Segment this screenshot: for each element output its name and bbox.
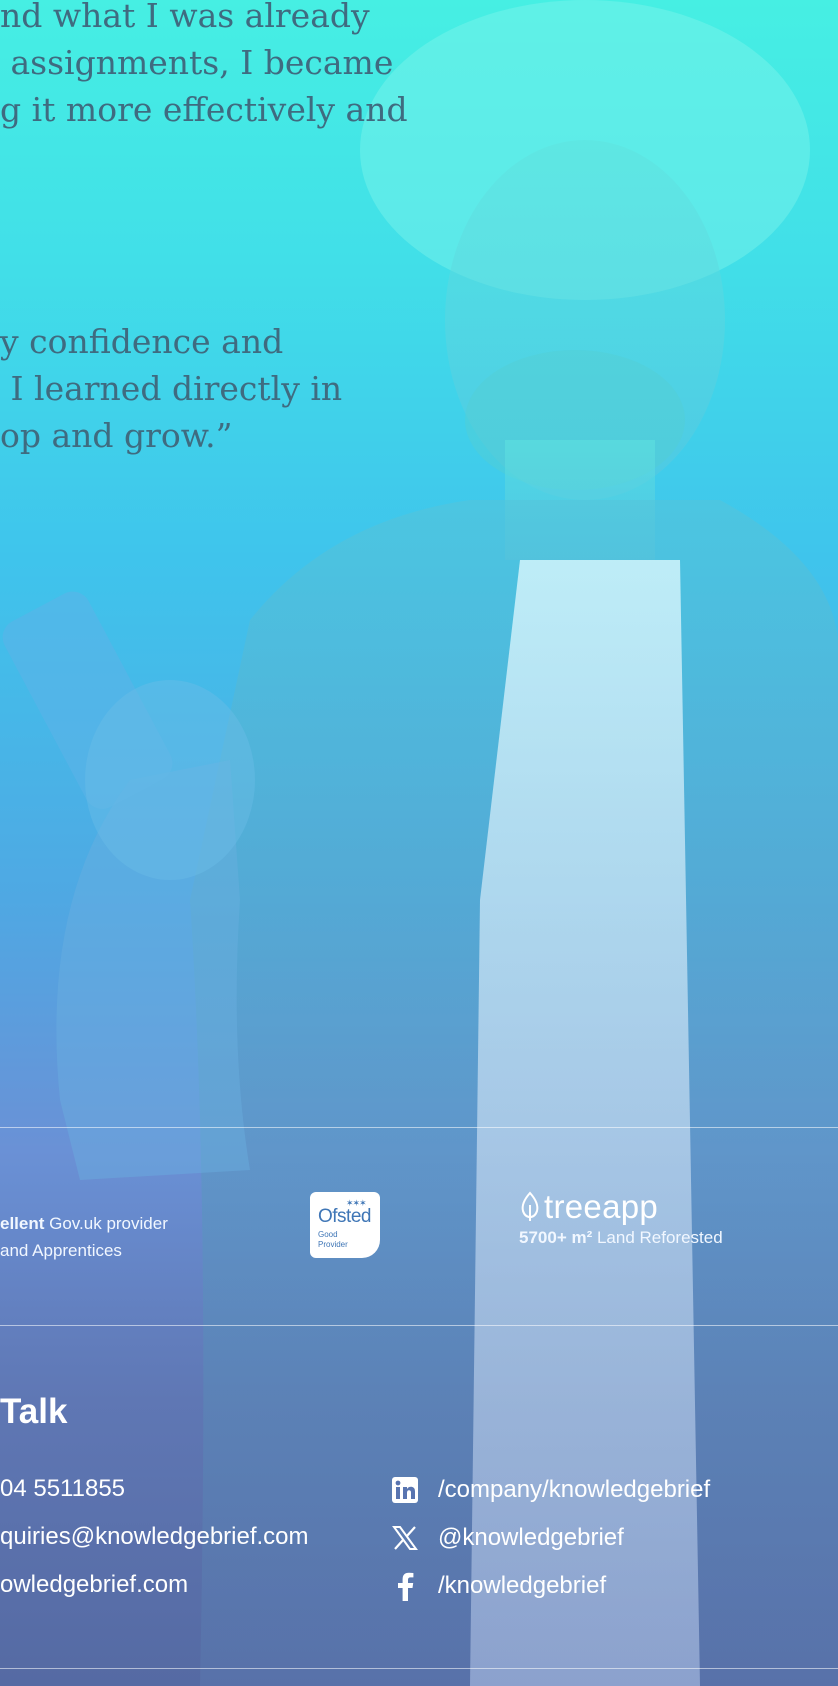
linkedin-icon: [390, 1475, 420, 1505]
ofsted-sub: Good Provider: [318, 1230, 348, 1250]
treeapp-stat-value: 5700+ m²: [519, 1228, 593, 1247]
leaf-icon: [521, 1191, 539, 1221]
quote-line: y confidence and: [0, 322, 284, 361]
linkedin-label: /company/knowledgebrief: [438, 1476, 711, 1503]
contact-heading: Talk: [0, 1392, 68, 1431]
divider-middle: [0, 1325, 838, 1326]
divider-bottom: [0, 1668, 838, 1669]
govuk-rest: Gov.uk provider: [44, 1214, 168, 1233]
linkedin-link[interactable]: /company/knowledgebrief: [390, 1475, 710, 1505]
phone-link[interactable]: 04 5511855: [0, 1475, 125, 1503]
govuk-accreditation: ellent Gov.uk provider and Apprentices: [0, 1210, 168, 1264]
treeapp-logo-text: treeapp: [544, 1188, 659, 1225]
ofsted-badge: ✶✶✶ Ofsted Good Provider: [310, 1192, 380, 1258]
testimonial-quote-part1: nd what I was already assignments, I bec…: [0, 0, 408, 133]
govuk-line2: and Apprentices: [0, 1241, 122, 1260]
quote-line: I learned directly in: [0, 369, 343, 408]
treeapp-stat: 5700+ m² Land Reforested: [519, 1228, 723, 1248]
x-label: @knowledgebrief: [438, 1524, 624, 1551]
treeapp-stat-label: Land Reforested: [592, 1228, 723, 1247]
treeapp-logo: treeapp: [519, 1188, 723, 1226]
quote-line: g it more effectively and: [0, 90, 408, 129]
x-link[interactable]: @knowledgebrief: [390, 1523, 624, 1553]
quote-line: assignments, I became: [0, 43, 394, 82]
ofsted-sub-line1: Good: [318, 1230, 338, 1239]
website-link[interactable]: owledgebrief.com: [0, 1571, 188, 1599]
x-icon: [390, 1523, 420, 1553]
quote-line: nd what I was already: [0, 0, 370, 35]
quote-line: op and grow.”: [0, 416, 233, 455]
email-link[interactable]: quiries@knowledgebrief.com: [0, 1523, 309, 1551]
facebook-icon: [390, 1571, 420, 1601]
treeapp-badge: treeapp 5700+ m² Land Reforested: [519, 1188, 723, 1248]
hero-photo: [2, 0, 838, 1686]
divider-top: [0, 1127, 838, 1128]
facebook-label: /knowledgebrief: [438, 1572, 607, 1599]
govuk-bold: ellent: [0, 1214, 45, 1233]
ofsted-sub-line2: Provider: [318, 1240, 348, 1249]
facebook-link[interactable]: /knowledgebrief: [390, 1571, 606, 1601]
ofsted-word: Ofsted: [318, 1206, 371, 1227]
testimonial-quote-part2: y confidence and I learned directly in op…: [0, 318, 342, 459]
